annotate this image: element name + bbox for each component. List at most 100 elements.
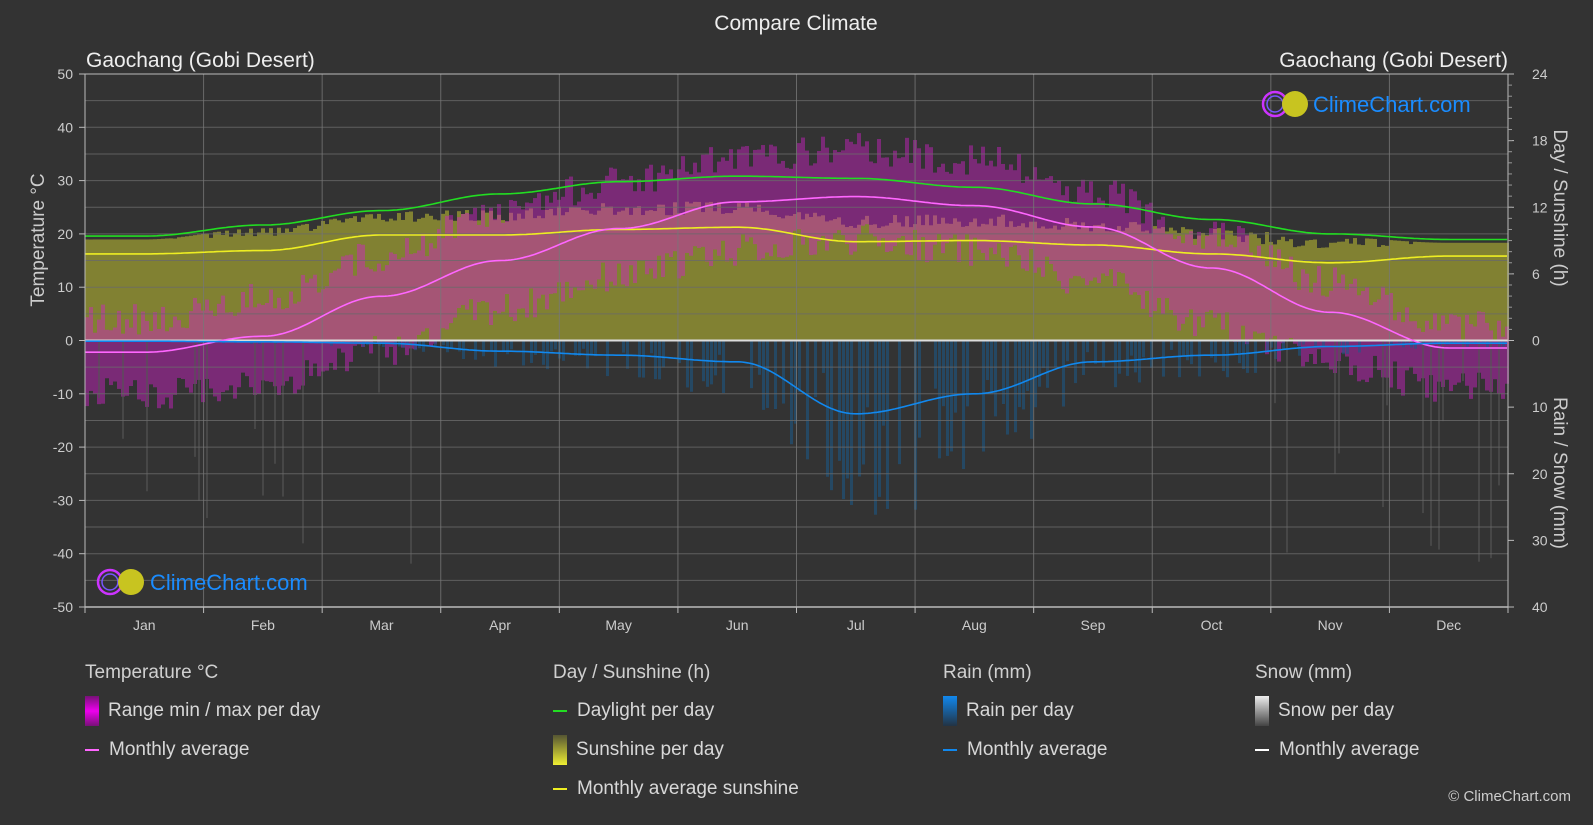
temp-range-bar — [509, 199, 513, 317]
temp-range-bar — [1241, 228, 1245, 326]
temp-range-bar — [325, 286, 329, 371]
temp-range-bar — [1313, 282, 1317, 364]
temp-range-bar — [1029, 179, 1033, 250]
temp-range-bar — [1277, 249, 1281, 362]
temp-range-bar — [1125, 213, 1129, 284]
y-right-bottom-tick-label: 10 — [1532, 399, 1548, 415]
snow-bar — [254, 340, 256, 430]
temp-range-bar — [837, 151, 841, 231]
rain-bar — [842, 340, 845, 500]
rain-bar — [490, 340, 493, 351]
temp-range-bar — [701, 154, 705, 247]
temp-range-bar — [1121, 183, 1125, 274]
temp-range-bar — [125, 319, 129, 396]
location-right: Gaochang (Gobi Desert) — [1279, 49, 1508, 72]
sunshine-bar — [1489, 242, 1493, 341]
temp-range-bar — [401, 257, 405, 348]
temp-range-bar — [1245, 234, 1249, 345]
snow-bar — [1386, 340, 1388, 406]
temp-range-bar — [989, 160, 993, 248]
y-right-top-label: Day / Sunshine (h) — [1549, 129, 1570, 286]
temp-range-bar — [1253, 257, 1257, 332]
snow-bar — [194, 340, 196, 457]
temp-range-bar — [849, 141, 853, 255]
rain-bar — [1282, 340, 1285, 349]
temp-range-bar — [113, 327, 117, 382]
rain-bar — [1346, 340, 1349, 354]
temp-range-bar — [973, 159, 977, 238]
temp-range-bar — [1449, 314, 1453, 392]
sunshine-bar — [1437, 242, 1441, 341]
temp-range-bar — [453, 238, 457, 318]
rain-bar — [1082, 340, 1085, 375]
temp-range-bar — [1445, 323, 1449, 380]
rain-bar — [1214, 340, 1217, 363]
temp-range-bar — [929, 147, 933, 261]
temp-range-bar — [1281, 269, 1285, 344]
temp-range-bar — [1349, 283, 1353, 376]
temp-range-bar — [653, 191, 657, 279]
temp-range-bar — [465, 213, 469, 310]
temp-range-bar — [1157, 219, 1161, 298]
rain-bar — [994, 340, 997, 417]
temp-range-bar — [213, 315, 217, 397]
temp-range-bar — [1061, 195, 1065, 290]
sunshine-bar — [953, 218, 957, 341]
temp-range-bar — [589, 192, 593, 285]
temp-range-bar — [1433, 313, 1437, 402]
temp-range-bar — [429, 243, 433, 347]
rain-bar — [1118, 340, 1121, 374]
sunshine-bar — [897, 222, 901, 341]
temp-range-bar — [345, 255, 349, 372]
rain-bar — [798, 340, 801, 392]
sunshine-bar — [901, 226, 905, 341]
watermark-top: ClimeChart.com — [1261, 90, 1471, 118]
temp-range-bar — [497, 204, 501, 314]
temp-range-bar — [957, 163, 961, 262]
legend-label: Monthly average — [109, 739, 250, 760]
temp-range-bar — [377, 263, 381, 345]
temp-range-bar — [161, 306, 165, 405]
temp-range-bar — [101, 304, 105, 404]
y-right-bottom-tick-label: 40 — [1532, 599, 1548, 615]
snow-bar — [1462, 340, 1464, 382]
temp-range-bar — [569, 176, 573, 298]
temp-range-bar — [505, 221, 509, 295]
temp-range-bar — [501, 222, 505, 312]
rain-bar — [1186, 340, 1189, 361]
temp-range-bar — [457, 217, 461, 309]
rain-bar — [1242, 340, 1245, 370]
y-right-bottom-tick-label: 30 — [1532, 532, 1548, 548]
temp-range-bar — [397, 259, 401, 337]
snow-bar — [1382, 340, 1384, 508]
temp-range-bar — [1373, 302, 1377, 356]
temp-range-bar — [1145, 204, 1149, 291]
rain-bar — [1178, 340, 1181, 378]
sunshine-bar — [833, 219, 837, 341]
rain-bar — [1266, 340, 1269, 351]
temp-range-bar — [233, 315, 237, 399]
rain-bar — [1238, 340, 1241, 364]
temp-range-bar — [593, 198, 597, 289]
temp-range-bar — [461, 213, 465, 305]
temp-range-bar — [733, 168, 737, 266]
snow-bar — [1334, 340, 1336, 474]
y-left-tick-label: 0 — [65, 333, 73, 349]
rain-bar — [658, 340, 661, 380]
temp-range-bar — [1209, 228, 1213, 311]
snow-bar — [1442, 340, 1444, 422]
temp-range-bar — [961, 161, 965, 241]
temp-range-bar — [613, 168, 617, 286]
temp-range-bar — [737, 149, 741, 248]
temp-range-bar — [321, 289, 325, 372]
temp-range-bar — [229, 312, 233, 386]
temp-range-bar — [597, 193, 601, 280]
temp-range-bar — [625, 179, 629, 287]
rain-bar — [1342, 340, 1345, 355]
temp-range-bar — [1397, 312, 1401, 390]
daylight-swatch-icon — [553, 710, 567, 712]
temp-range-bar — [285, 307, 289, 382]
temp-range-bar — [1417, 328, 1421, 382]
temp-range-bar — [221, 295, 225, 393]
temp-range-bar — [617, 180, 621, 264]
